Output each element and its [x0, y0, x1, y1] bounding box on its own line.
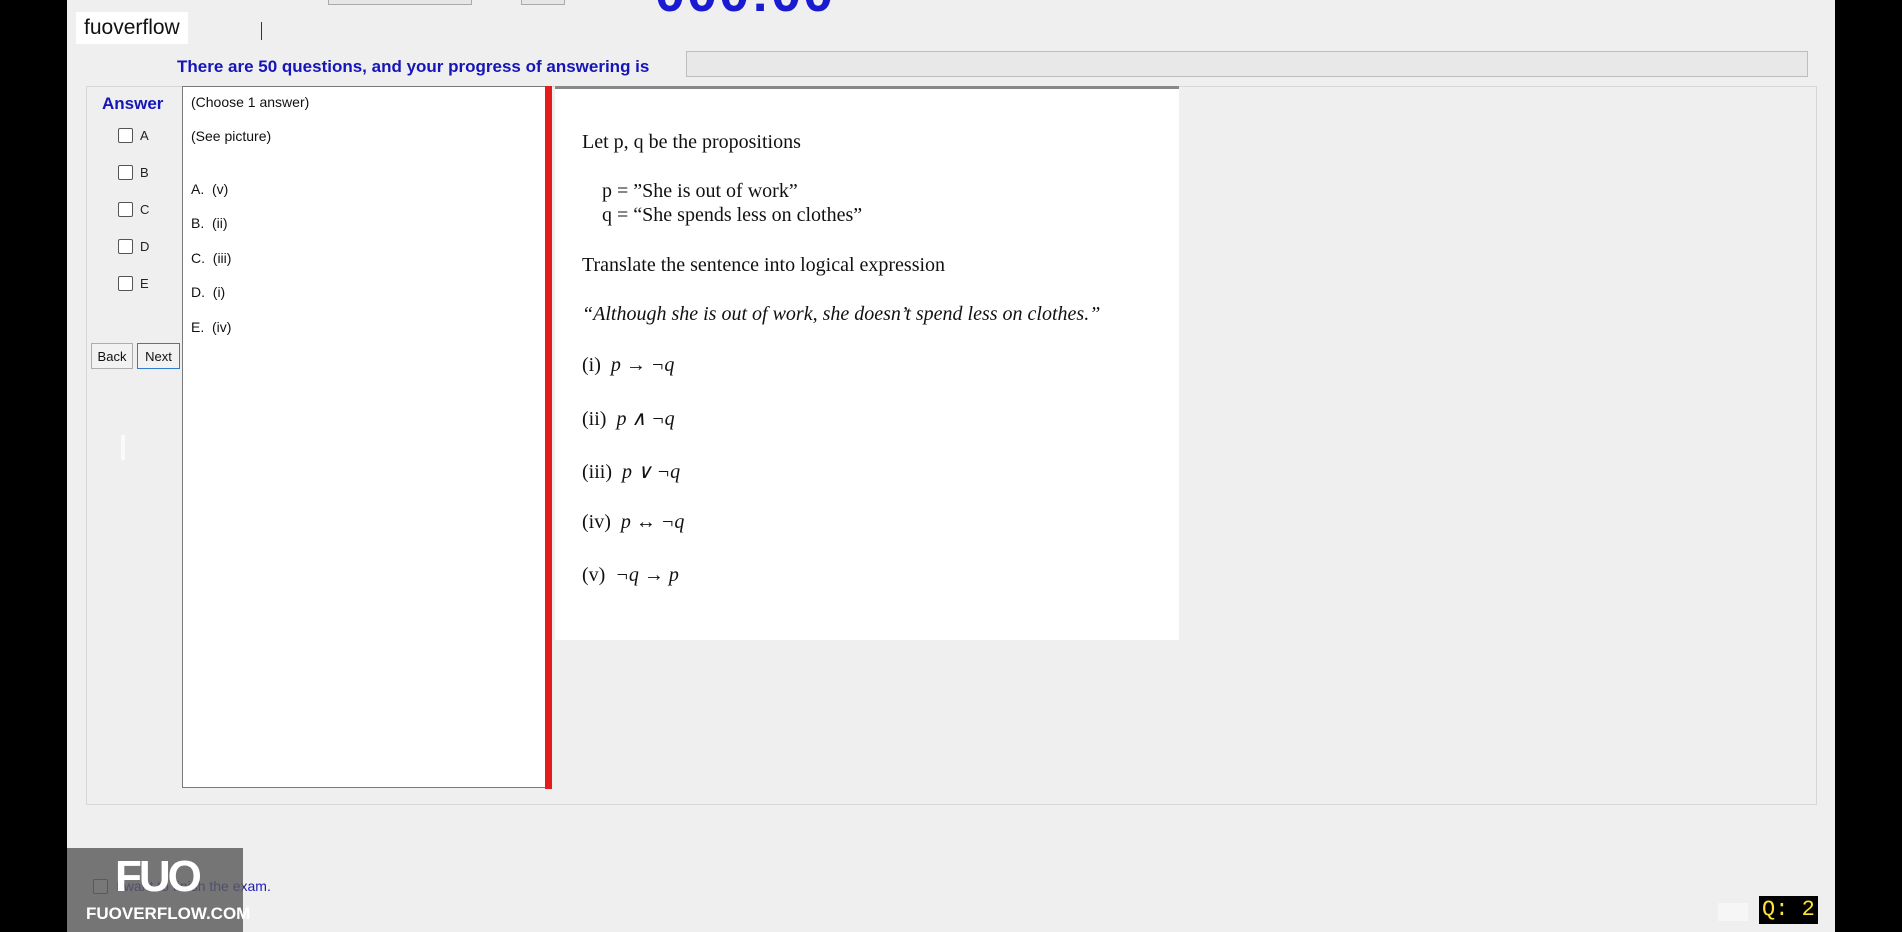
exam-window: 000:00 fuoverflow There are 50 questions…: [67, 0, 1835, 932]
choice-label: (iv): [582, 511, 611, 533]
question-picture: Let p, q be the propositions p = ”She is…: [555, 86, 1179, 640]
option-text: (iii): [212, 250, 232, 266]
question-choice-iv: (iv) p ↔ ¬q: [582, 511, 684, 534]
answer-checkbox-c[interactable]: [118, 201, 133, 217]
option-letter: A.: [191, 181, 205, 197]
answer-choice-a[interactable]: A: [118, 126, 149, 144]
watermark-label: fuoverflow: [76, 12, 188, 44]
option-text: (v): [212, 181, 229, 197]
choice-expression: p → ¬q: [610, 354, 675, 376]
answer-checkbox-a[interactable]: [118, 127, 133, 143]
answer-choice-c[interactable]: C: [118, 200, 149, 218]
top-dropdown-edge[interactable]: [328, 0, 472, 5]
option-letter: D.: [191, 284, 205, 300]
answer-choice-b[interactable]: B: [118, 163, 149, 181]
answer-choice-label: B: [140, 164, 149, 180]
option-letter: C.: [191, 250, 205, 266]
choice-expression: p ↔ ¬q: [620, 511, 685, 533]
answer-checkbox-b[interactable]: [118, 164, 133, 180]
question-choice-iii: (iii) p ∨ ¬q: [582, 459, 680, 484]
back-button[interactable]: Back: [91, 343, 133, 369]
scroll-marker: [121, 435, 125, 460]
option-item-e: E. (iv): [191, 319, 231, 335]
option-text: (ii): [212, 215, 228, 231]
progress-label: There are 50 questions, and your progres…: [177, 57, 650, 76]
choice-expression: p ∧ ¬q: [616, 408, 675, 430]
answer-choice-label: D: [140, 238, 150, 254]
options-instruction: (Choose 1 answer): [191, 94, 310, 110]
answer-choice-e[interactable]: E: [118, 274, 149, 292]
question-choice-i: (i) p → ¬q: [582, 354, 674, 377]
top-button-edge[interactable]: [521, 0, 565, 5]
progress-bar: [686, 51, 1808, 77]
answer-checkbox-d[interactable]: [118, 238, 133, 254]
question-task: Translate the sentence into logical expr…: [582, 254, 946, 276]
option-item-c: C. (iii): [191, 250, 231, 266]
question-intro: Let p, q be the propositions: [582, 131, 801, 153]
badge-backdrop: [1718, 903, 1748, 921]
options-panel: (Choose 1 answer) (See picture) A. (v) B…: [182, 86, 545, 788]
question-number-badge: Q: 2: [1759, 896, 1818, 924]
choice-expression: ¬q → p: [615, 564, 679, 586]
question-def-q: q = “She spends less on clothes”: [602, 204, 863, 226]
answer-choice-d[interactable]: D: [118, 237, 149, 255]
next-button[interactable]: Next: [137, 343, 180, 369]
choice-label: (i): [582, 354, 601, 376]
choice-label: (ii): [582, 408, 607, 430]
question-choice-v: (v) ¬q → p: [582, 564, 679, 587]
question-def-p: p = ”She is out of work”: [602, 180, 798, 202]
answer-title: Answer: [102, 94, 164, 113]
answer-choice-label: E: [140, 275, 149, 291]
option-item-a: A. (v): [191, 181, 228, 197]
fuoverflow-logo: FUO FUOVERFLOW.COM: [67, 848, 250, 932]
answer-choice-label: C: [140, 201, 150, 217]
choice-expression: p ∨ ¬q: [622, 461, 681, 483]
option-letter: B.: [191, 215, 205, 231]
answer-checkbox-e[interactable]: [118, 275, 133, 291]
exam-timer: 000:00: [655, 0, 835, 24]
question-sentence: “Although she is out of work, she doesn’…: [582, 303, 1101, 325]
option-text: (i): [212, 284, 226, 300]
text-cursor: [261, 22, 262, 40]
option-item-d: D. (i): [191, 284, 225, 300]
panel-splitter[interactable]: [545, 86, 552, 789]
option-item-b: B. (ii): [191, 215, 228, 231]
choice-label: (iii): [582, 461, 612, 483]
question-choice-ii: (ii) p ∧ ¬q: [582, 406, 675, 431]
logo-mark: FUO: [115, 852, 202, 901]
options-note: (See picture): [191, 128, 272, 144]
choice-label: (v): [582, 564, 606, 586]
logo-text: FUOVERFLOW.COM: [86, 904, 251, 923]
option-text: (iv): [212, 319, 232, 335]
option-letter: E.: [191, 319, 205, 335]
answer-choice-label: A: [140, 127, 149, 143]
